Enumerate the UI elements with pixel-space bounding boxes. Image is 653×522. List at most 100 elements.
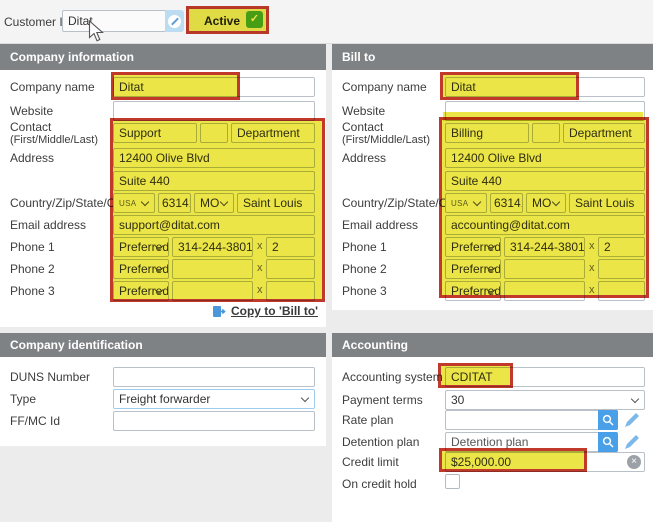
billto-phone3-type-select[interactable]: Preferred [445,281,501,301]
billto-phone2-ext-input[interactable] [598,259,645,279]
circle-x-icon: × [631,456,637,467]
chevron-down-icon [473,198,481,206]
accounting-system-id-label: Accounting system Id [342,370,456,384]
chevron-down-icon [220,198,228,206]
billto-city-input[interactable]: Saint Louis [569,193,645,213]
billto-phone3-ext-input[interactable] [598,281,645,301]
phone1-number-input[interactable]: 314-244-3801 [172,237,253,257]
billto-phone1-type-select[interactable]: Preferred [445,237,501,257]
phone2-number-input[interactable] [172,259,253,279]
credit-limit-clear-button[interactable]: × [627,455,641,469]
customer-id-input[interactable]: Ditat [62,10,166,32]
active-label: Active [204,14,240,28]
on-credit-hold-label: On credit hold [342,477,417,491]
phone3-number-input[interactable] [172,281,253,301]
phone3-ext-input[interactable] [266,281,315,301]
billto-email-input[interactable]: accounting@ditat.com [445,215,645,235]
accounting-panel: Accounting Accounting system Id CDITAT P… [332,333,653,522]
accounting-system-id-input[interactable]: CDITAT [445,367,645,387]
email-input[interactable]: support@ditat.com [113,215,315,235]
magnifier-icon [602,436,614,448]
detention-plan-input[interactable]: Detention plan [445,432,618,452]
on-credit-hold-checkbox[interactable] [445,474,460,489]
phone1-type-select[interactable]: Preferred [113,237,169,257]
chevron-down-icon [552,198,560,206]
billto-contact-last-input[interactable]: Department [563,123,645,143]
company-name-input[interactable]: Ditat [113,77,315,97]
country-value: USA [451,199,468,208]
billto-phone1-number-input[interactable]: 314-244-3801 [504,237,585,257]
detention-plan-edit-pencil-icon[interactable] [625,434,640,449]
bill-to-panel: Bill to Company name Ditat Website Conta… [332,44,653,310]
accounting-header: Accounting [332,333,653,357]
billto-zip-input[interactable]: 63141 [490,193,523,213]
magnifier-icon [602,414,614,426]
payment-terms-value: 30 [451,393,464,407]
rate-plan-input[interactable] [445,410,618,430]
rate-plan-label: Rate plan [342,413,393,427]
state-value: MO [532,196,551,210]
billto-phone2-type-select[interactable]: Preferred [445,259,501,279]
phone2-ext-input[interactable] [266,259,315,279]
billto-country-select[interactable]: USA [445,193,487,213]
contact-label: Contact [10,120,51,134]
phone2-ext-label: x [589,262,595,274]
billto-contact-first-input[interactable]: Billing [445,123,529,143]
address1-input[interactable]: 12400 Olive Blvd [113,148,315,168]
city-input[interactable]: Saint Louis [237,193,315,213]
phone3-ext-label: x [589,284,595,296]
phone2-type-select[interactable]: Preferred [113,259,169,279]
phone1-ext-input[interactable]: 2 [266,237,315,257]
duns-number-input[interactable] [113,367,315,387]
type-select[interactable]: Freight forwarder [113,389,315,409]
credit-limit-label: Credit limit [342,455,399,469]
contact-first-input[interactable]: Support [113,123,197,143]
phone3-type-select[interactable]: Preferred [113,281,169,301]
phone2-label: Phone 2 [342,262,387,276]
country-zip-state-city-label: Country/Zip/State/City [342,196,459,210]
contact-middle-input[interactable] [200,123,228,143]
phone1-ext-label: x [589,240,595,252]
state-select[interactable]: MO [194,193,234,213]
company-identification-panel: Company identification DUNS Number Type … [0,333,326,446]
billto-phone3-number-input[interactable] [504,281,585,301]
phone3-label: Phone 3 [10,284,55,298]
website-label: Website [342,104,385,118]
website-input[interactable] [113,101,315,121]
active-checkbox[interactable]: ✓ [246,11,263,28]
country-zip-state-city-label: Country/Zip/State/City [10,196,127,210]
zip-input[interactable]: 63141 [158,193,191,213]
country-select[interactable]: USA [113,193,155,213]
billto-phone2-number-input[interactable] [504,259,585,279]
company-information-panel: Company information Company name Ditat W… [0,44,326,327]
billto-company-name-input[interactable]: Ditat [445,77,645,97]
billto-contact-middle-input[interactable] [532,123,560,143]
type-value: Freight forwarder [119,392,210,406]
address-label: Address [10,151,54,165]
topbar: Customer Id Ditat Active ✓ [0,0,653,44]
duns-number-label: DUNS Number [10,370,90,384]
copy-to-bill-to-link[interactable]: Copy to 'Bill to' [212,304,318,318]
email-label: Email address [342,218,418,232]
phone1-ext-label: x [257,240,263,252]
billto-website-input[interactable] [445,101,645,121]
ffmc-id-input[interactable] [113,411,315,431]
contact-label: Contact [342,120,383,134]
phone3-ext-label: x [257,284,263,296]
payment-terms-select[interactable]: 30 [445,390,645,410]
rate-plan-search-button[interactable] [598,410,618,430]
address2-input[interactable]: Suite 440 [113,171,315,191]
billto-phone1-ext-input[interactable]: 2 [598,237,645,257]
detention-plan-search-button[interactable] [598,432,618,452]
billto-address1-input[interactable]: 12400 Olive Blvd [445,148,645,168]
customer-id-edit-button[interactable] [165,10,184,32]
billto-state-select[interactable]: MO [526,193,566,213]
detention-plan-label: Detention plan [342,435,419,449]
type-label: Type [10,392,36,406]
credit-limit-input[interactable]: $25,000.00 [445,452,645,472]
bill-to-header: Bill to [332,44,653,70]
billto-address2-input[interactable]: Suite 440 [445,171,645,191]
rate-plan-edit-pencil-icon[interactable] [625,412,640,427]
contact-last-input[interactable]: Department [231,123,315,143]
email-label: Email address [10,218,86,232]
